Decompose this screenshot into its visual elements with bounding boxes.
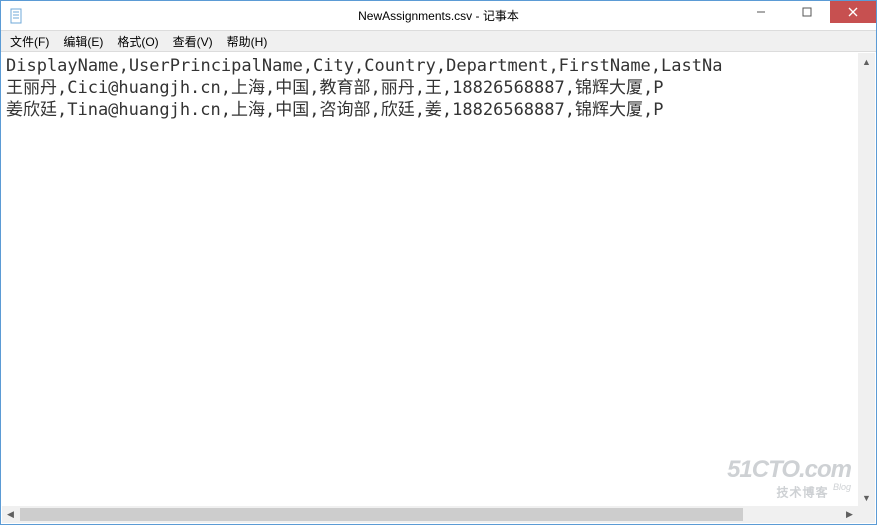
text-editor[interactable] bbox=[2, 53, 875, 523]
scroll-down-icon[interactable]: ▼ bbox=[858, 489, 875, 506]
h-scroll-thumb[interactable] bbox=[20, 508, 743, 521]
notepad-window: NewAssignments.csv - 记事本 文件(F) 编辑(E) 格式(… bbox=[0, 0, 877, 525]
menu-bar: 文件(F) 编辑(E) 格式(O) 查看(V) 帮助(H) bbox=[1, 31, 876, 52]
maximize-button[interactable] bbox=[784, 1, 830, 23]
scroll-right-icon[interactable]: ▶ bbox=[841, 506, 858, 523]
minimize-button[interactable] bbox=[738, 1, 784, 23]
app-icon bbox=[9, 8, 25, 24]
close-button[interactable] bbox=[830, 1, 876, 23]
menu-edit[interactable]: 编辑(E) bbox=[56, 31, 110, 52]
menu-help[interactable]: 帮助(H) bbox=[220, 31, 275, 52]
title-bar[interactable]: NewAssignments.csv - 记事本 bbox=[1, 1, 876, 31]
menu-view[interactable]: 查看(V) bbox=[166, 31, 220, 52]
h-scroll-track[interactable] bbox=[19, 506, 841, 523]
v-scroll-track[interactable] bbox=[858, 70, 875, 489]
menu-format[interactable]: 格式(O) bbox=[110, 31, 165, 52]
scroll-up-icon[interactable]: ▲ bbox=[858, 53, 875, 70]
content-area: ▲ ▼ ◀ ▶ 51CTO.com 技术博客 Blog bbox=[2, 53, 875, 523]
scroll-left-icon[interactable]: ◀ bbox=[2, 506, 19, 523]
menu-file[interactable]: 文件(F) bbox=[3, 31, 56, 52]
horizontal-scrollbar[interactable]: ◀ ▶ bbox=[2, 506, 858, 523]
window-controls bbox=[738, 1, 876, 23]
scroll-corner bbox=[858, 506, 875, 523]
vertical-scrollbar[interactable]: ▲ ▼ bbox=[858, 53, 875, 506]
